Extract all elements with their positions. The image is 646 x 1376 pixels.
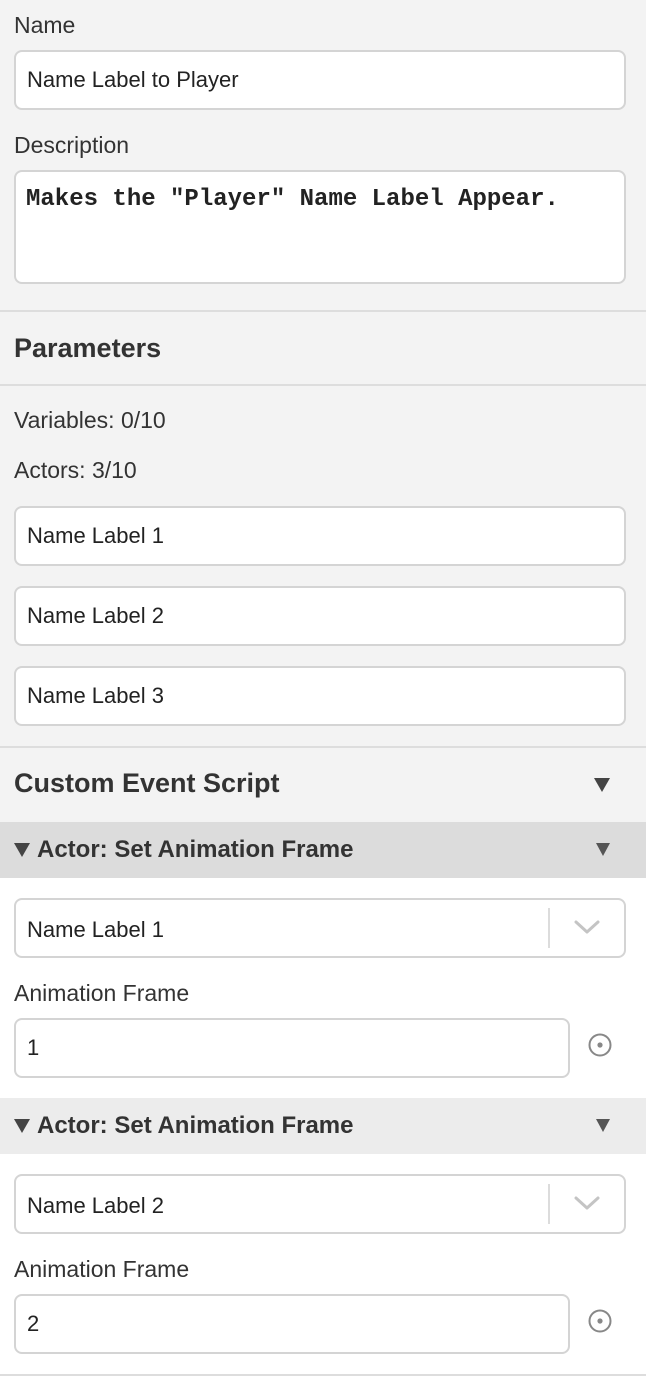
select-separator xyxy=(548,1184,550,1224)
chevron-down-icon[interactable] xyxy=(572,1190,602,1216)
actors-count: Actors: 3/10 xyxy=(14,457,137,483)
event-menu-icon[interactable] xyxy=(596,1119,610,1132)
event-header[interactable]: Actor: Set Animation Frame xyxy=(0,1098,646,1154)
animation-frame-input[interactable] xyxy=(14,1018,570,1078)
actor-select[interactable]: Name Label 2 xyxy=(14,1174,626,1234)
actor-select-value: Name Label 2 xyxy=(27,1193,164,1218)
variables-count: Variables: 0/10 xyxy=(14,407,166,433)
chevron-down-icon[interactable] xyxy=(572,914,602,940)
description-label: Description xyxy=(14,132,130,158)
actor-param-input[interactable] xyxy=(14,586,626,646)
actor-select-value: Name Label 1 xyxy=(27,917,164,942)
parameters-title: Parameters xyxy=(14,333,162,363)
actor-param-input[interactable] xyxy=(14,666,626,726)
collapse-triangle-icon[interactable] xyxy=(14,843,30,857)
actor-select[interactable]: Name Label 1 xyxy=(14,898,626,958)
animation-frame-label: Animation Frame xyxy=(14,980,190,1006)
custom-event-script-title: Custom Event Script xyxy=(14,768,280,798)
event-menu-icon[interactable] xyxy=(596,843,610,856)
select-separator xyxy=(548,908,550,948)
event-title: Actor: Set Animation Frame xyxy=(37,1112,354,1139)
section-toggle-icon[interactable] xyxy=(594,778,610,792)
actor-param-input[interactable] xyxy=(14,506,626,566)
name-input[interactable] xyxy=(14,50,626,110)
event-header[interactable]: Actor: Set Animation Frame xyxy=(0,822,646,878)
animation-frame-label: Animation Frame xyxy=(14,1256,190,1282)
event-title: Actor: Set Animation Frame xyxy=(37,836,354,863)
name-label: Name xyxy=(14,12,76,38)
target-icon[interactable] xyxy=(587,1032,613,1058)
target-icon[interactable] xyxy=(587,1308,613,1334)
animation-frame-input[interactable] xyxy=(14,1294,570,1354)
divider xyxy=(0,310,646,312)
divider xyxy=(0,746,646,748)
description-textarea[interactable]: Makes the "Player" Name Label Appear. xyxy=(14,170,626,284)
divider xyxy=(0,384,646,386)
collapse-triangle-icon[interactable] xyxy=(14,1119,30,1133)
